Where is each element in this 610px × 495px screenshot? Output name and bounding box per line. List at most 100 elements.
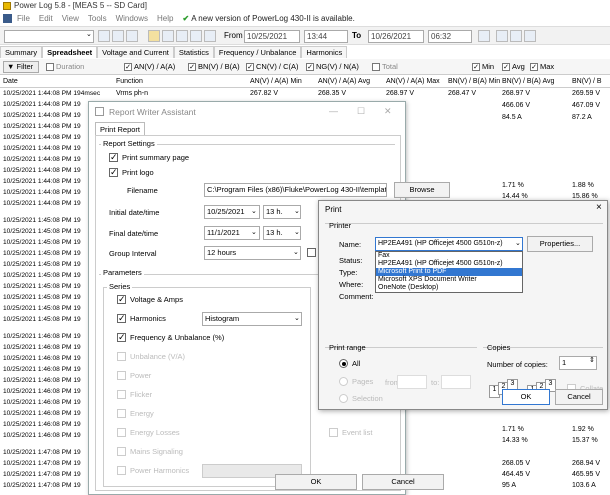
zoom-out-icon[interactable] (510, 30, 522, 42)
chevron-down-icon[interactable]: ⌄ (251, 207, 257, 215)
menu-edit[interactable]: Edit (39, 14, 53, 23)
print-icon[interactable] (176, 30, 188, 42)
print-summary-checkbox[interactable]: Print summary page (109, 152, 189, 163)
duration-check[interactable]: Duration (46, 62, 84, 72)
tab-voltage-current[interactable]: Voltage and Current (97, 46, 174, 58)
table-row[interactable]: 10/25/2021 1:44:08 PM 194msec Vrms ph-n … (0, 90, 610, 99)
menu-help[interactable]: Help (157, 14, 173, 23)
properties-button[interactable]: Properties... (527, 236, 593, 252)
zoom-reset-icon[interactable] (524, 30, 536, 42)
tab-frequency-unbalance[interactable]: Frequency / Unbalance (213, 46, 302, 58)
series-energy-losses-checkbox[interactable]: Energy Losses (117, 428, 180, 437)
printer-dropdown-list[interactable]: Fax HP2EA491 (HP Officejet 4500 G510n-z)… (375, 251, 523, 293)
to-time-input[interactable]: 06:32 (428, 30, 472, 43)
minimize-icon[interactable]: — (329, 106, 338, 116)
tab-print-report[interactable]: Print Report (95, 122, 146, 136)
from-time-input[interactable]: 13:44 (304, 30, 348, 43)
close-icon[interactable]: × (596, 202, 602, 213)
print-ok-button[interactable]: OK (502, 389, 550, 405)
col-date[interactable]: Date (3, 78, 18, 85)
grid-header: Date Function AN(V) / A(A) Min AN(V) / A… (0, 77, 610, 88)
an-check[interactable]: AN(V) / A(A) (124, 62, 175, 72)
series-mains-signaling-checkbox[interactable]: Mains Signaling (117, 447, 183, 456)
col-an-min[interactable]: AN(V) / A(A) Min (250, 78, 302, 85)
pages-from-input[interactable] (397, 375, 427, 389)
chevron-down-icon[interactable]: ⌄ (251, 228, 257, 236)
report-ok-button[interactable]: OK (275, 474, 357, 490)
refresh-icon[interactable] (478, 30, 490, 42)
tab-harmonics[interactable]: Harmonics (301, 46, 348, 58)
col-an-avg[interactable]: AN(V) / A(A) Avg (318, 78, 370, 85)
close-icon[interactable]: ✕ (384, 106, 392, 117)
ng-check[interactable]: NG(V) / N(A) (306, 62, 359, 72)
event-list-checkbox[interactable]: Event list (329, 428, 372, 437)
folder-icon[interactable] (148, 30, 160, 42)
col-bn-avg[interactable]: BN(V) / B(A) Avg (502, 78, 554, 85)
window-icon[interactable] (112, 30, 124, 42)
series-power-harmonics-checkbox[interactable]: Power Harmonics (117, 466, 189, 475)
chevron-down-icon[interactable]: ⌄ (293, 248, 299, 256)
menu-view[interactable]: View (62, 14, 79, 23)
chart-icon[interactable] (204, 30, 216, 42)
series-flicker-checkbox[interactable]: Flicker (117, 390, 152, 399)
range-all-radio[interactable]: All (339, 359, 360, 368)
col-bn-max[interactable]: BN(V) / B (572, 78, 602, 85)
print-cancel-button[interactable]: Cancel (555, 389, 603, 405)
series-power-checkbox[interactable]: Power (117, 371, 151, 380)
harmonics-mode-select[interactable]: Histogram (202, 312, 302, 326)
save-icon[interactable] (162, 30, 174, 42)
group-interval-select[interactable]: 12 hours (204, 246, 301, 260)
to-date-input[interactable]: 10/26/2021 (368, 30, 424, 43)
series-voltage-amps-checkbox[interactable]: Voltage & Amps (117, 294, 183, 305)
series-energy-checkbox[interactable]: Energy (117, 409, 154, 418)
zoom-in-icon[interactable] (496, 30, 508, 42)
report-cancel-button[interactable]: Cancel (362, 474, 444, 490)
document-icon[interactable] (3, 13, 12, 23)
col-an-max[interactable]: AN(V) / A(A) Max (386, 78, 440, 85)
max-check[interactable]: Max (530, 62, 554, 72)
col-function[interactable]: Function (116, 78, 143, 85)
range-selection-radio[interactable]: Selection (339, 394, 383, 403)
tab-summary[interactable]: Summary (0, 46, 43, 58)
maximize-icon[interactable]: ☐ (357, 106, 365, 117)
series-label: Series (107, 282, 133, 291)
bn-check[interactable]: BN(V) / B(A) (188, 62, 240, 72)
range-pages-radio[interactable]: Pages (339, 377, 373, 386)
min-check[interactable]: Min (472, 62, 494, 72)
pages-to-input[interactable] (441, 375, 471, 389)
printer-option[interactable]: OneNote (Desktop) (376, 284, 522, 292)
tab-spreadsheet[interactable]: Spreadsheet (42, 46, 98, 58)
report-icon[interactable] (190, 30, 202, 42)
filename-input[interactable]: C:\Program Files (x86)\Fluke\PowerLog 43… (204, 183, 387, 197)
chevron-down-icon[interactable]: ⌄ (294, 228, 300, 236)
printer-option[interactable]: Microsoft XPS Document Writer (376, 276, 522, 284)
menu-windows[interactable]: Windows (116, 14, 148, 23)
printer-option[interactable]: Microsoft Print to PDF (376, 268, 522, 276)
dialog-title: Report Writer Assistant (109, 106, 196, 117)
cn-check[interactable]: CN(V) / C(A) (246, 62, 299, 72)
printer-name-select[interactable]: HP2EA491 (HP Officejet 4500 G510n-z) (375, 237, 523, 251)
meas-select[interactable] (4, 30, 94, 43)
series-unbalance-checkbox[interactable]: Unbalance (V/A) (117, 352, 185, 361)
chevron-down-icon[interactable]: ⌄ (515, 239, 521, 247)
col-bn-min[interactable]: BN(V) / B(A) Min (448, 78, 500, 85)
series-frequency-unbalance-checkbox[interactable]: Frequency & Unbalance (%) (117, 332, 224, 343)
tab-statistics[interactable]: Statistics (173, 46, 214, 58)
chevron-down-icon[interactable]: ⌄ (294, 207, 300, 215)
download-icon[interactable] (98, 30, 110, 42)
printer-option[interactable]: Fax (376, 252, 522, 260)
avg-check[interactable]: Avg (502, 62, 525, 72)
menu-tools[interactable]: Tools (88, 14, 107, 23)
print-logo-checkbox[interactable]: Print logo (109, 167, 154, 178)
filter-button[interactable]: ▼ Filter (3, 61, 39, 73)
chevron-down-icon[interactable]: ⌄ (294, 314, 300, 322)
spinner-icon[interactable]: ⇕ (589, 356, 595, 364)
from-date-input[interactable]: 10/25/2021 (244, 30, 300, 43)
total-check[interactable]: Total (372, 62, 398, 72)
printer-option[interactable]: HP2EA491 (HP Officejet 4500 G510n-z) (376, 260, 522, 268)
series-harmonics-checkbox[interactable]: Harmonics (117, 313, 166, 324)
browse-button[interactable]: Browse (394, 182, 450, 198)
menu-file[interactable]: File (17, 14, 30, 23)
export-icon[interactable] (126, 30, 138, 42)
update-notice[interactable]: A new version of PowerLog 430-II is avai… (191, 14, 355, 23)
